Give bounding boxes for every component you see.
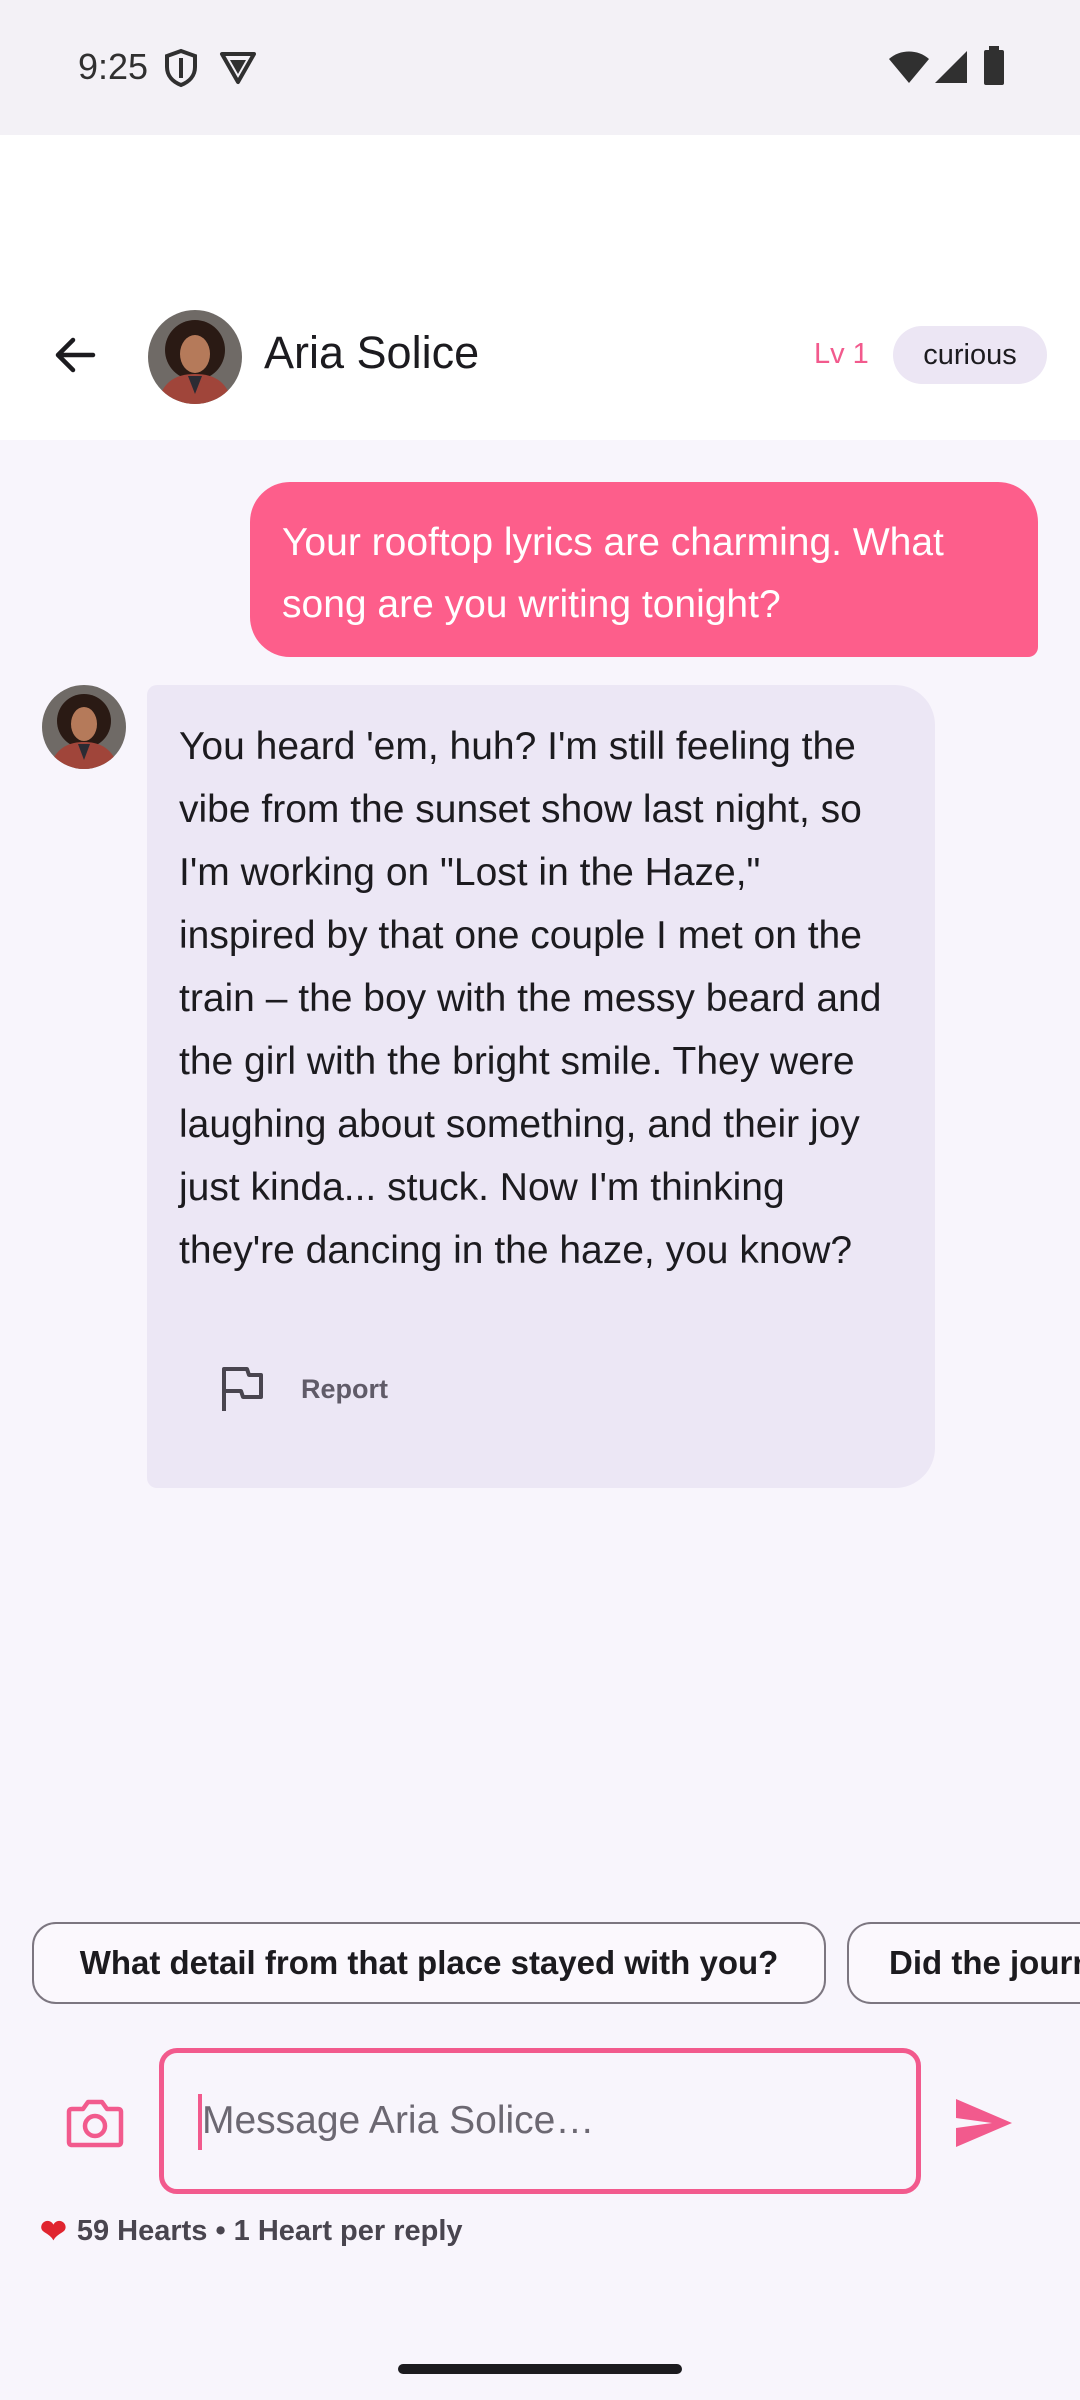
send-button[interactable] [944,2083,1024,2163]
flag-icon [222,1367,263,1411]
character-message-bubble: You heard 'em, huh? I'm still feeling th… [147,685,935,1488]
send-icon [956,2099,1012,2147]
vpn-icon [219,48,257,91]
hearts-text: 59 Hearts • 1 Heart per reply [76,2214,463,2247]
signal-icon [934,50,968,89]
character-message-text: You heard 'em, huh? I'm still feeling th… [179,725,882,1272]
message-input[interactable] [159,2048,921,2194]
suggestion-chip-label: Did the journ [889,1944,1080,1981]
report-label: Report [301,1373,388,1404]
suggestion-chip[interactable]: What detail from that place stayed with … [32,1922,826,2004]
battery-icon [983,46,1005,91]
user-message-text: Your rooftop lyrics are charming. What s… [282,521,944,626]
arrow-back-icon [55,337,96,373]
suggestion-chip[interactable]: Did the journ [847,1922,1080,2004]
character-name: Aria Solice [264,327,480,378]
report-button[interactable]: Report [219,1365,388,1413]
camera-button[interactable] [58,2086,132,2160]
character-avatar[interactable] [42,685,126,769]
status-bar: 9:25 [0,0,1080,135]
wifi-icon [888,50,930,89]
mood-chip: curious [893,326,1047,384]
avatar[interactable] [148,310,242,404]
hearts-balance: ❤ 59 Hearts • 1 Heart per reply [40,2212,463,2250]
level-badge: Lv 1 [814,338,869,370]
status-time: 9:25 [78,46,149,87]
heart-icon: ❤ [40,2213,67,2249]
text-caret [198,2094,202,2150]
back-button[interactable] [40,320,110,390]
user-message-bubble: Your rooftop lyrics are charming. What s… [250,482,1038,657]
shield-icon [163,48,199,93]
home-indicator[interactable] [398,2364,682,2374]
chat-header [0,135,1080,440]
camera-icon [66,2099,124,2148]
suggestion-chip-label: What detail from that place stayed with … [79,1944,779,1981]
